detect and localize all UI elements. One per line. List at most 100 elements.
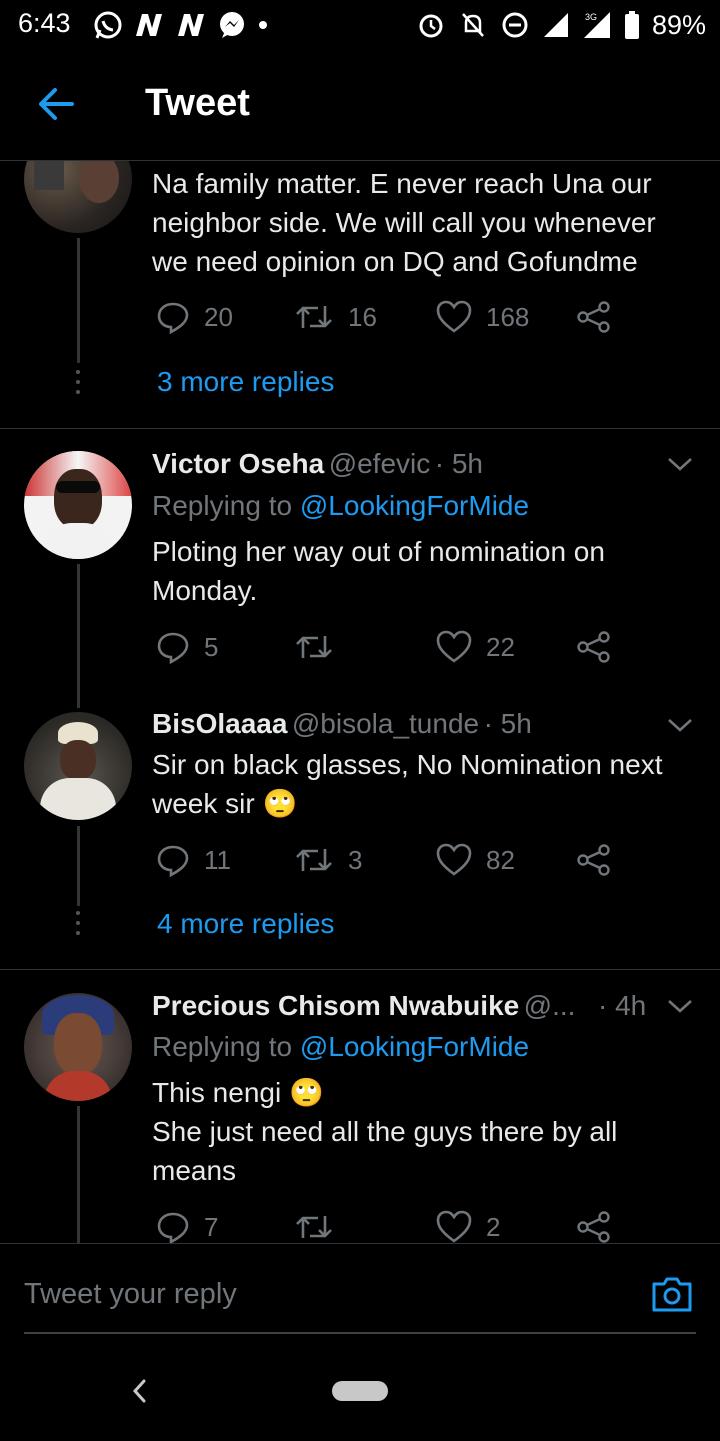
notification-icons [92, 8, 270, 42]
like-action[interactable]: 2 [436, 1210, 500, 1244]
share-action[interactable] [576, 300, 612, 334]
eye-roll-emoji: 🙄 [288, 1077, 324, 1108]
reply-count: 7 [204, 1211, 219, 1242]
more-replies-link[interactable]: 4 more replies [157, 908, 334, 940]
heart-icon [436, 1210, 472, 1243]
share-icon [577, 1211, 610, 1243]
heart-icon [436, 300, 472, 333]
heart-icon [436, 630, 472, 663]
more-replies-link[interactable]: 3 more replies [157, 366, 334, 398]
messenger-icon [220, 12, 244, 38]
user-name[interactable]: BisOlaaaa [152, 708, 287, 739]
tweet-text: Ploting her way out of nomination on Mon… [152, 536, 605, 606]
like-action[interactable]: 168 [436, 300, 529, 334]
thread-line [77, 564, 80, 708]
divider [0, 428, 720, 429]
replying-to: Replying to @LookingForMide [152, 1031, 530, 1062]
news-app-icon [136, 14, 162, 36]
back-arrow-icon[interactable] [38, 87, 74, 121]
like-action[interactable]: 22 [436, 630, 515, 664]
avatar[interactable] [24, 993, 132, 1101]
like-count: 2 [486, 1211, 501, 1242]
share-action[interactable] [576, 1210, 612, 1244]
share-action[interactable] [576, 630, 612, 664]
reply-count: 11 [204, 844, 231, 875]
home-pill[interactable] [332, 1381, 388, 1401]
thread-line [77, 826, 80, 906]
reply-icon [157, 632, 189, 664]
tweet-actions: 20 16 168 [152, 300, 712, 340]
like-action[interactable]: 82 [436, 843, 515, 877]
reply-action[interactable]: 11 [156, 843, 231, 877]
tweet-text: This nengi 🙄 She just need all the guys … [152, 1077, 618, 1186]
retweet-action[interactable]: 16 [294, 300, 377, 334]
tweet-time: · 5h [483, 708, 532, 739]
tweet-text: Sir on black glasses, No Nomination next… [152, 749, 663, 819]
svg-text:3G: 3G [585, 12, 597, 22]
signal-icon [543, 13, 568, 37]
user-name[interactable]: Victor Oseha [152, 448, 324, 479]
tweet-header: Precious Chisom Nwabuike @... [152, 990, 575, 1022]
app-bar [0, 50, 720, 161]
tweet-actions: 11 3 82 [152, 843, 712, 883]
chevron-down-icon[interactable] [666, 997, 694, 1015]
page-title: Tweet [145, 82, 250, 124]
retweet-action[interactable] [294, 630, 348, 664]
thread-line [77, 1106, 80, 1243]
replying-to: Replying to @LookingForMide [152, 490, 530, 521]
battery-percent: 89% [651, 9, 706, 40]
reply-action[interactable]: 20 [156, 300, 233, 334]
retweet-icon [296, 636, 332, 658]
retweet-icon [296, 849, 332, 871]
user-handle[interactable]: @bisola_tunde [292, 708, 479, 739]
reply-bar [0, 1243, 720, 1441]
avatar[interactable] [24, 712, 132, 820]
retweet-count: 3 [348, 844, 363, 875]
status-bar: 6:43 3G 89% [0, 0, 720, 50]
do-not-disturb-icon [502, 12, 528, 38]
divider [0, 969, 720, 970]
camera-icon[interactable] [650, 1274, 694, 1314]
reply-count: 5 [204, 631, 219, 662]
system-icons: 3G 89% [416, 8, 706, 42]
share-icon [577, 631, 610, 663]
nav-back-icon[interactable] [130, 1378, 148, 1404]
thread-dots [76, 370, 80, 400]
retweet-icon [296, 306, 332, 328]
alarm-icon [419, 14, 443, 38]
tweet-time: · 5h [434, 448, 483, 479]
reply-icon [157, 845, 189, 877]
reply-icon [157, 1212, 189, 1244]
share-action[interactable] [576, 843, 612, 877]
more-notifications-dot-icon [259, 21, 267, 29]
tweet-header: BisOlaaaa @bisola_tunde · 5h [152, 708, 532, 740]
share-icon [577, 301, 610, 333]
reply-count: 20 [204, 301, 233, 332]
reply-input[interactable]: Tweet your reply [24, 1278, 237, 1311]
retweet-icon [296, 1216, 332, 1238]
reply-action[interactable]: 7 [156, 1210, 218, 1244]
user-name[interactable]: Precious Chisom Nwabuike [152, 990, 519, 1021]
thread-line [77, 238, 80, 363]
heart-icon [436, 843, 472, 876]
tweet-actions: 5 22 [152, 630, 712, 670]
tweet-header: Victor Oseha @efevic · 5h [152, 448, 483, 480]
replying-to-link[interactable]: @LookingForMide [300, 490, 529, 521]
like-count: 82 [486, 844, 515, 875]
avatar[interactable] [24, 451, 132, 559]
tweet-time: · 4h [598, 990, 647, 1021]
chevron-down-icon[interactable] [666, 716, 694, 734]
user-handle[interactable]: @... [524, 990, 576, 1021]
chevron-down-icon[interactable] [666, 455, 694, 473]
tweet-text: Na family matter. E never reach Una our … [152, 168, 656, 277]
user-handle[interactable]: @efevic [329, 448, 431, 479]
retweet-action[interactable] [294, 1210, 348, 1244]
news-app-icon-2 [178, 14, 204, 36]
signal-3g-icon: 3G [583, 12, 610, 38]
eye-roll-emoji: 🙄 [262, 788, 298, 819]
status-time: 6:43 [18, 8, 71, 38]
replying-to-link[interactable]: @LookingForMide [300, 1031, 529, 1062]
reply-input-underline [24, 1332, 696, 1334]
retweet-action[interactable]: 3 [294, 843, 362, 877]
reply-action[interactable]: 5 [156, 630, 218, 664]
